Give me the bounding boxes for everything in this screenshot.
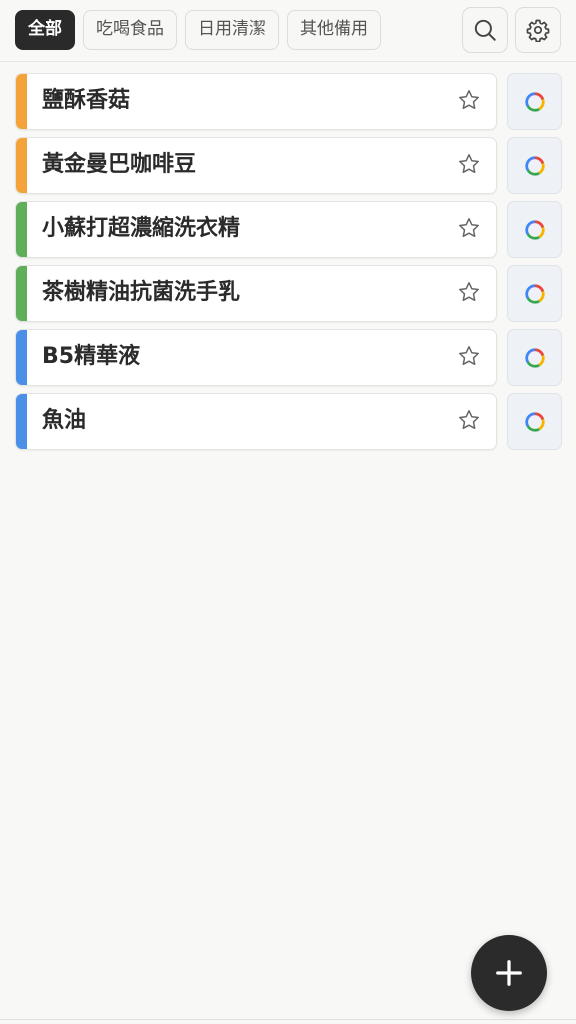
category-color-bar [16,202,27,257]
item-card[interactable]: 鹽酥香菇 [15,73,497,130]
list-item: B5精華液 [15,329,562,386]
item-name: 鹽酥香菇 [42,88,131,113]
item-name: 茶樹精油抗菌洗手乳 [42,280,241,305]
item-action-button[interactable] [507,137,562,194]
plus-icon [496,960,522,986]
category-tabs: 全部 吃喝食品 日用清潔 其他備用 [15,10,381,50]
tab-food[interactable]: 吃喝食品 [83,10,177,50]
star-outline-icon[interactable] [457,408,481,432]
star-outline-icon[interactable] [457,216,481,240]
category-color-bar [16,138,27,193]
star-outline-icon[interactable] [457,280,481,304]
tab-all[interactable]: 全部 [15,10,75,50]
list-item: 黃金曼巴咖啡豆 [15,137,562,194]
search-button[interactable] [462,7,508,53]
star-outline-icon[interactable] [457,344,481,368]
list-item: 茶樹精油抗菌洗手乳 [15,265,562,322]
list-item: 鹽酥香菇 [15,73,562,130]
item-action-button[interactable] [507,201,562,258]
list-item: 魚油 [15,393,562,450]
item-action-button[interactable] [507,73,562,130]
category-color-bar [16,266,27,321]
item-list: 鹽酥香菇 黃金曼巴咖啡豆 小蘇打超濃縮洗衣精 茶樹精油抗菌洗手乳 B5精華液 魚… [15,73,562,457]
item-card[interactable]: 魚油 [15,393,497,450]
item-card[interactable]: B5精華液 [15,329,497,386]
item-name: 黃金曼巴咖啡豆 [42,152,197,177]
multicolor-ring-icon [524,411,545,432]
item-name: 小蘇打超濃縮洗衣精 [42,216,241,241]
settings-button[interactable] [515,7,561,53]
category-color-bar [16,330,27,385]
item-card[interactable]: 茶樹精油抗菌洗手乳 [15,265,497,322]
multicolor-ring-icon [524,155,545,176]
item-card[interactable]: 黃金曼巴咖啡豆 [15,137,497,194]
app-root: 全部 吃喝食品 日用清潔 其他備用 鹽酥香菇 黃金曼巴咖啡豆 小蘇打超濃縮洗衣精… [0,0,576,1024]
multicolor-ring-icon [524,219,545,240]
item-action-button[interactable] [507,329,562,386]
multicolor-ring-icon [524,91,545,112]
multicolor-ring-icon [524,347,545,368]
item-name: 魚油 [42,408,87,433]
item-action-button[interactable] [507,265,562,322]
category-color-bar [16,394,27,449]
tab-other[interactable]: 其他備用 [287,10,381,50]
header-bar: 全部 吃喝食品 日用清潔 其他備用 [0,0,576,62]
item-name: B5精華液 [42,344,141,369]
multicolor-ring-icon [524,283,545,304]
search-icon [474,19,496,41]
item-card[interactable]: 小蘇打超濃縮洗衣精 [15,201,497,258]
star-outline-icon[interactable] [457,152,481,176]
item-action-button[interactable] [507,393,562,450]
add-item-button[interactable] [471,935,547,1011]
gear-icon [526,19,550,42]
list-item: 小蘇打超濃縮洗衣精 [15,201,562,258]
category-color-bar [16,74,27,129]
bottom-divider [0,1019,576,1020]
star-outline-icon[interactable] [457,88,481,112]
tab-cleaning[interactable]: 日用清潔 [185,10,279,50]
